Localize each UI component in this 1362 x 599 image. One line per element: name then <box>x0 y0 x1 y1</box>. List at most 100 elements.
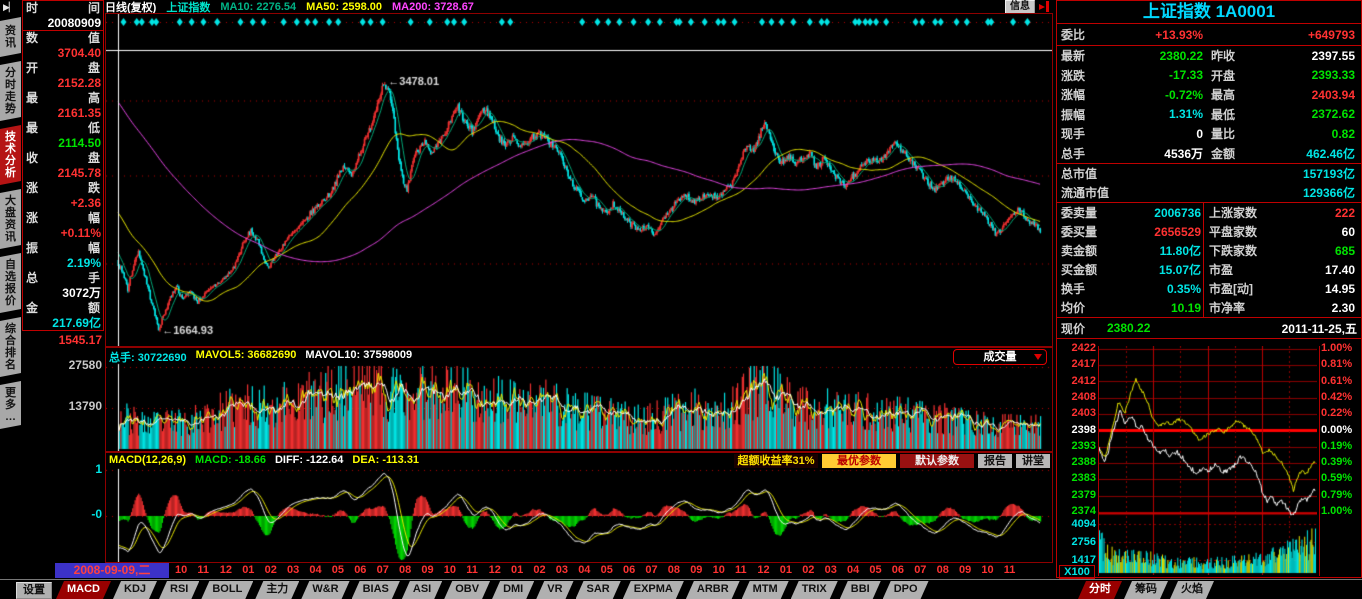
indicator-tab-boll[interactable]: BOLL <box>201 581 253 599</box>
mini-price-label: 2403 <box>1058 407 1096 419</box>
month-label: 04 <box>309 564 321 576</box>
month-label: 05 <box>601 564 613 576</box>
indicator-tab-arbr[interactable]: ARBR <box>686 581 740 599</box>
info-row-label: 金额 <box>23 301 103 316</box>
sidebar-tab-2[interactable]: 分时走势 <box>0 61 21 121</box>
info-row-label: 开盘 <box>23 61 103 76</box>
indicator-tab-vr[interactable]: VR <box>536 581 573 599</box>
macd-axis-label-2: -0 <box>30 507 102 521</box>
sidebar-tab-5[interactable]: 自选报价 <box>0 253 21 313</box>
indicator-tab-expma[interactable]: EXPMA <box>623 581 684 599</box>
mini-price-label: 2383 <box>1058 472 1096 484</box>
mini-price-label: 2379 <box>1058 489 1096 501</box>
market-stat-row: 卖金额11.80亿下跌家数685 <box>1057 241 1361 260</box>
market-stat-row: 买金额15.07亿市盈17.40 <box>1057 260 1361 279</box>
ma200-label: MA200: 3728.67 <box>392 1 474 13</box>
mini-percent-label: 0.39% <box>1321 456 1359 468</box>
mini-volume-label: 4094 <box>1058 518 1096 530</box>
market-stat-row: 均价10.19市净率2.30 <box>1057 298 1361 317</box>
report-button[interactable]: 报告 <box>978 454 1012 468</box>
month-label: 09 <box>959 564 971 576</box>
indicator-tab-obv[interactable]: OBV <box>444 581 490 599</box>
month-label: 04 <box>847 564 859 576</box>
indicator-tab-trix[interactable]: TRIX <box>791 581 838 599</box>
mini-percent-label: 0.42% <box>1321 391 1359 403</box>
indicator-tab-kdj[interactable]: KDJ <box>113 581 157 599</box>
month-label: 12 <box>757 564 769 576</box>
settings-button[interactable]: 设置 <box>16 582 52 599</box>
indicator-tab-bbi[interactable]: BBI <box>840 581 881 599</box>
sidebar-tab-6[interactable]: 综合排名 <box>0 317 21 377</box>
dea-value-label: DEA: -113.31 <box>352 454 419 466</box>
month-label: 07 <box>914 564 926 576</box>
quote-date: 2011-11-25,五 <box>1177 320 1361 337</box>
indicator-tab-w&r[interactable]: W&R <box>301 581 349 599</box>
right-tab[interactable]: 筹码 <box>1124 581 1168 599</box>
market-stat-rows: 委卖量2006736上涨家数222委买量2656529平盘家数60卖金额11.8… <box>1057 203 1361 318</box>
sidebar-tab-4[interactable]: 大盘资讯 <box>0 189 21 249</box>
volume-indicator-selector[interactable]: 成交量 <box>953 349 1047 365</box>
collapse-sidebar-icon[interactable]: ▶▏ <box>3 2 19 14</box>
weibi-row: 委比 +13.93% +649793 <box>1057 24 1361 46</box>
mini-price-label: 2393 <box>1058 440 1096 452</box>
best-param-button[interactable]: 最优参数 <box>822 454 896 468</box>
info-row-label: 总手 <box>23 271 103 286</box>
market-cap-rows: 总市值157193亿流通市值129366亿 <box>1057 163 1361 203</box>
crosshair-date-label: 2008-09-09,二 <box>55 563 169 578</box>
month-label: 09 <box>421 564 433 576</box>
info-row-value: 2152.28 <box>23 76 103 91</box>
indicator-tab-macd[interactable]: MACD <box>56 581 111 599</box>
weibi-label: 委比 <box>1057 26 1113 43</box>
right-tab[interactable]: 火焰 <box>1170 581 1214 599</box>
info-row-value: 2.19% <box>23 256 103 271</box>
default-param-button[interactable]: 默认参数 <box>900 454 974 468</box>
mini-percent-label: 1.00% <box>1321 505 1359 517</box>
quote-row: 振幅1.31%最低2372.62 <box>1057 105 1361 125</box>
main-candlestick-chart[interactable] <box>105 13 1053 347</box>
mini-percent-label: 0.19% <box>1321 440 1359 452</box>
month-label: 12 <box>220 564 232 576</box>
divider <box>22 30 104 31</box>
month-label: 10 <box>981 564 993 576</box>
right-tab[interactable]: 分时 <box>1078 581 1122 599</box>
indicator-tab-asi[interactable]: ASI <box>402 581 442 599</box>
market-cap-row: 总市值157193亿 <box>1057 164 1361 183</box>
indicator-tab-dpo[interactable]: DPO <box>883 581 929 599</box>
month-label: 03 <box>556 564 568 576</box>
market-stat-row: 换手0.35%市盈[动]14.95 <box>1057 279 1361 298</box>
info-row-value: 2161.35 <box>23 106 103 121</box>
month-label: 03 <box>287 564 299 576</box>
quote-row: 涨跌-17.33开盘2393.33 <box>1057 66 1361 86</box>
diff-value-label: DIFF: -122.64 <box>275 454 343 466</box>
indicator-tab-rsi[interactable]: RSI <box>159 581 199 599</box>
mini-price-label: 2398 <box>1058 424 1096 436</box>
crosshair-info-column: 时间20080909数值3704.40开盘2152.28最高2161.35最低2… <box>22 0 104 331</box>
indicator-tab-主力[interactable]: 主力 <box>255 581 299 599</box>
volume-chart[interactable]: 总手: 30722690 MAVOL5: 36682690 MAVOL10: 3… <box>105 347 1053 452</box>
month-label: 02 <box>802 564 814 576</box>
info-row-value: 20080909 <box>23 16 103 31</box>
sidebar-tab-7[interactable]: 更多… <box>0 381 21 429</box>
month-label: 05 <box>332 564 344 576</box>
indicator-tab-mtm[interactable]: MTM <box>742 581 789 599</box>
info-button[interactable]: 信息 <box>1005 0 1035 14</box>
quote-row: 涨幅-0.72%最高2403.94 <box>1057 85 1361 105</box>
indicator-tab-dmi[interactable]: DMI <box>492 581 534 599</box>
indicator-tab-sar[interactable]: SAR <box>576 581 621 599</box>
exit-arrow-icon[interactable] <box>1039 1 1051 12</box>
month-label: 08 <box>399 564 411 576</box>
intraday-mini-chart[interactable]: 2422241724122408240323982393238823832379… <box>1057 346 1361 577</box>
month-label: 01 <box>780 564 792 576</box>
dropdown-arrow-icon <box>1034 354 1042 360</box>
volume-axis-label-2: 13790 <box>30 399 102 413</box>
month-label: 01 <box>511 564 523 576</box>
indicator-tab-bias[interactable]: BIAS <box>352 581 400 599</box>
sidebar-tab-3[interactable]: 技术分析 <box>0 125 21 185</box>
top-header-bar: 日线(复权) 上证指数 MA10: 2276.54 MA50: 2598.00 … <box>105 0 1053 13</box>
sidebar-tab-1[interactable]: 资讯 <box>0 17 21 57</box>
macd-chart[interactable]: MACD(12,26,9) MACD: -18.66 DIFF: -122.64… <box>105 452 1053 563</box>
indicator-tabs: MACDKDJRSIBOLL主力W&RBIASASIOBVDMIVRSAREXP… <box>56 581 929 599</box>
mini-volume-label: 2756 <box>1058 536 1096 548</box>
lecture-button[interactable]: 讲堂 <box>1016 454 1050 468</box>
quote-row: 现手0量比0.82 <box>1057 124 1361 144</box>
